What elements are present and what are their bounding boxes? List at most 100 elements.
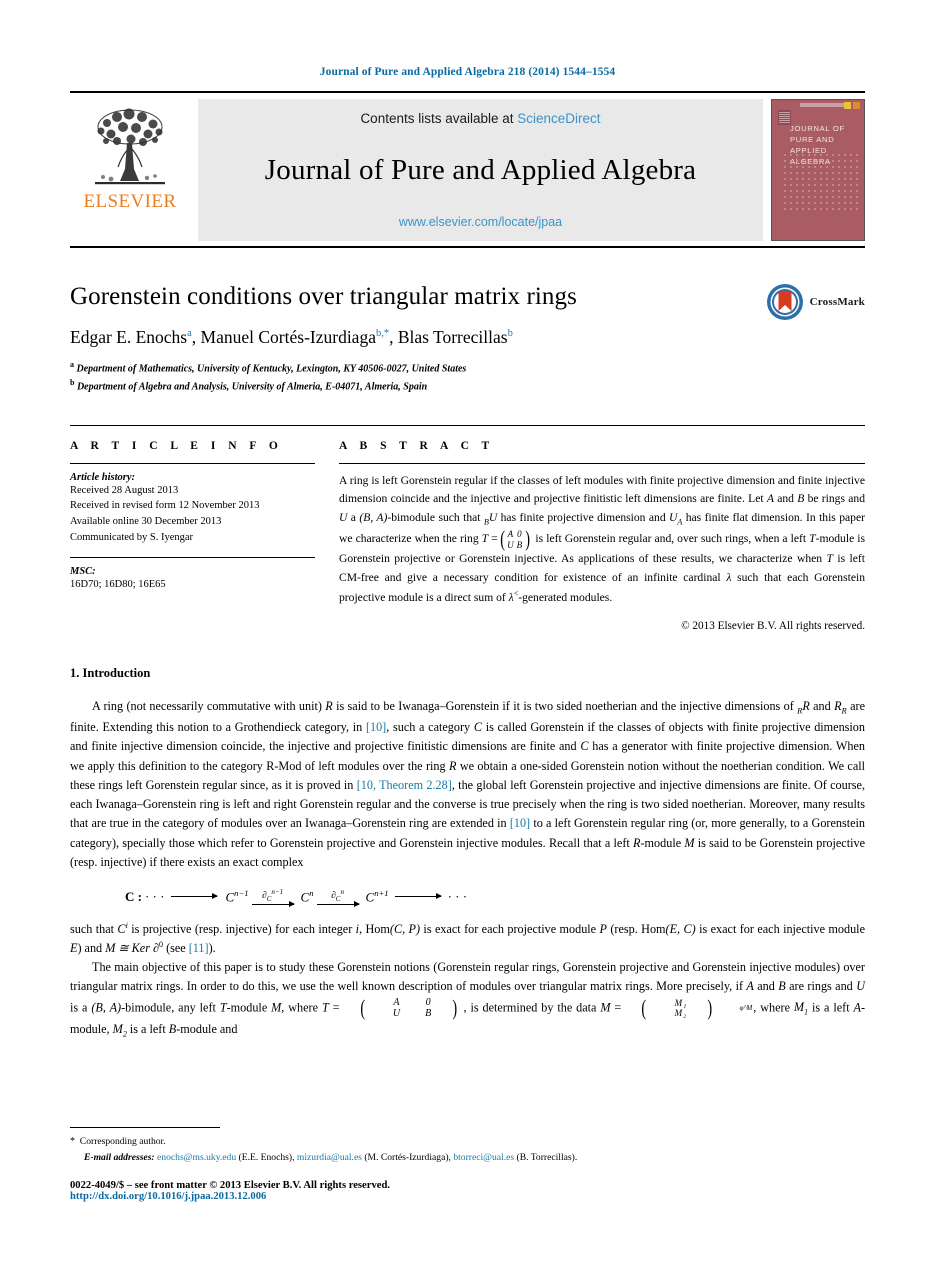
reference-link-11[interactable]: [11] bbox=[189, 941, 209, 955]
term-base: C bbox=[117, 921, 126, 936]
info-abstract-region: A R T I C L E I N F O Article history: R… bbox=[70, 424, 865, 633]
matrix-cell: 0 bbox=[517, 529, 523, 540]
text-fragment: and bbox=[753, 979, 779, 994]
term-base: M bbox=[793, 1000, 805, 1015]
text-fragment: (see bbox=[163, 940, 189, 955]
article-history-title: Article history: bbox=[70, 471, 136, 483]
abstract-fragment: be rings and bbox=[804, 492, 865, 506]
matrix-cell: 0 bbox=[425, 996, 432, 1008]
contents-available-line: Contents lists available at ScienceDirec… bbox=[360, 111, 600, 126]
matrix-cell: A bbox=[507, 529, 515, 540]
crossmark-label: CrossMark bbox=[809, 296, 865, 308]
hom-EC: (E, C) bbox=[665, 921, 696, 936]
introduction-section: 1. Introduction A ring (not necessarily … bbox=[70, 666, 865, 1041]
term-base: M bbox=[112, 1021, 123, 1036]
contents-prefix: Contents lists available at bbox=[360, 111, 518, 126]
var-R3: R bbox=[834, 699, 842, 714]
affiliation-mark: b bbox=[70, 377, 75, 387]
matrix-T-inline: (A U 0 B) bbox=[359, 995, 458, 1020]
history-item: Received in revised form 12 November 201… bbox=[70, 500, 260, 512]
history-item: Received 28 August 2013 bbox=[70, 484, 179, 496]
display-equation: C : · · · Cn−1 ∂Cn−1 Cn ∂Cn Cn+1 · · · bbox=[70, 888, 865, 908]
email-label: E-mail addresses: bbox=[84, 1152, 155, 1164]
equation-dots-left: · · · bbox=[144, 888, 165, 904]
msc-block: MSC: 16D70; 16D80; 16E65 bbox=[70, 566, 315, 593]
text-fragment: , where bbox=[753, 1000, 794, 1015]
var-M: M bbox=[271, 1000, 282, 1015]
var-Ci: Ci bbox=[117, 921, 127, 936]
author-name: Manuel Cortés-Izurdiaga bbox=[200, 327, 376, 347]
section-heading: 1. Introduction bbox=[70, 666, 151, 681]
journal-title: Journal of Pure and Applied Algebra bbox=[264, 154, 697, 186]
author-name: Edgar E. Enochs bbox=[70, 327, 188, 347]
text-fragment: is a left bbox=[126, 1021, 169, 1036]
cover-square-orange bbox=[853, 102, 860, 109]
cover-stripe bbox=[800, 103, 846, 107]
text-fragment: , is determined by the data bbox=[463, 1000, 601, 1015]
arrow-icon bbox=[316, 901, 360, 908]
equation-dots-right: · · · bbox=[447, 888, 468, 904]
crossmark-badge[interactable]: CrossMark bbox=[765, 282, 865, 322]
abstract-var-A: A bbox=[766, 492, 774, 506]
cover-topbar bbox=[772, 100, 864, 109]
sciencedirect-link[interactable]: ScienceDirect bbox=[517, 111, 600, 126]
var-P: P bbox=[599, 921, 607, 936]
var-M: M bbox=[684, 835, 695, 850]
elsevier-logo: ELSEVIER bbox=[70, 99, 190, 241]
equation-row: C : · · · Cn−1 ∂Cn−1 Cn ∂Cn Cn+1 · · · bbox=[125, 888, 865, 908]
journal-cover-thumbnail[interactable]: JOURNAL OF PURE AND APPLIED ALGEBRA bbox=[771, 99, 865, 241]
var-C2: C bbox=[580, 739, 589, 754]
var-M2: M bbox=[600, 1000, 611, 1015]
email-link[interactable]: mizurdia@ual.es bbox=[297, 1152, 362, 1163]
journal-url-link[interactable]: www.elsevier.com/locate/jpaa bbox=[399, 215, 562, 229]
abstract-fragment: has finite projective dimension and bbox=[497, 511, 670, 525]
matrix-cell: U bbox=[507, 539, 515, 550]
matrix-T: (A U 0 B) bbox=[500, 526, 531, 552]
doi-link[interactable]: http://dx.doi.org/10.1016/j.jpaa.2013.12… bbox=[70, 1191, 865, 1202]
article-header: CrossMark Gorenstein conditions over tri… bbox=[70, 282, 865, 395]
cover-square-yellow bbox=[844, 102, 851, 109]
text-fragment: is exact for each injective module bbox=[695, 921, 865, 936]
abstract-var-T: T bbox=[481, 532, 489, 546]
divider bbox=[339, 462, 865, 464]
text-fragment: ) and bbox=[77, 940, 106, 955]
var-R5: R bbox=[633, 835, 641, 850]
term-base: C bbox=[300, 889, 310, 905]
author-name: Blas Torrecillas bbox=[397, 327, 508, 347]
arrow-icon bbox=[251, 901, 295, 908]
abstract-fragment: -generated modules. bbox=[518, 590, 613, 604]
abstract-fragment: and bbox=[773, 492, 798, 506]
email-link[interactable]: enochs@ms.uky.edu bbox=[157, 1152, 236, 1163]
divider bbox=[70, 556, 315, 558]
article-page: Journal of Pure and Applied Algebra 218 … bbox=[0, 0, 935, 1266]
text-fragment: and bbox=[809, 699, 835, 714]
text-fragment: , such a category bbox=[386, 720, 474, 735]
var-B: B bbox=[778, 979, 786, 994]
corresponding-author-note: * Corresponding author. bbox=[70, 1134, 865, 1150]
term-sup: n−1 bbox=[234, 888, 249, 899]
text-fragment: -module and bbox=[176, 1021, 238, 1036]
journal-masthead: ELSEVIER Contents lists available at Sci… bbox=[70, 91, 865, 248]
var-A: A bbox=[746, 979, 754, 994]
page-footer: * Corresponding author. E-mail addresses… bbox=[70, 1127, 865, 1202]
matrix-cell: U bbox=[392, 1008, 402, 1020]
email-link[interactable]: btorreci@ual.es bbox=[453, 1152, 514, 1163]
arrow-icon bbox=[394, 893, 442, 900]
reference-link-10b[interactable]: [10] bbox=[510, 816, 530, 830]
hom-CP: (C, P) bbox=[389, 921, 421, 936]
corresponding-text: Corresponding author. bbox=[79, 1136, 166, 1148]
msc-codes: 16D70; 16D80; 16E65 bbox=[70, 578, 166, 590]
intro-paragraph-3: The main objective of this paper is to s… bbox=[70, 960, 866, 1039]
affiliation-list: a Department of Mathematics, University … bbox=[70, 359, 865, 395]
var-R2: R bbox=[802, 699, 810, 714]
copyright-line: © 2013 Elsevier B.V. All rights reserved… bbox=[681, 620, 865, 633]
divider bbox=[70, 462, 315, 464]
reference-link-10-theorem[interactable]: [10, Theorem 2.28] bbox=[357, 778, 452, 792]
footnote-divider bbox=[70, 1127, 220, 1129]
reference-link-10[interactable]: [10] bbox=[366, 720, 386, 734]
email-owner: (E.E. Enochs) bbox=[238, 1152, 293, 1164]
author-mark: b,* bbox=[375, 328, 390, 340]
article-info-column: A R T I C L E I N F O Article history: R… bbox=[70, 440, 315, 633]
abstract-var-U2: U bbox=[488, 511, 498, 525]
history-item: Communicated by S. Iyengar bbox=[70, 531, 194, 543]
